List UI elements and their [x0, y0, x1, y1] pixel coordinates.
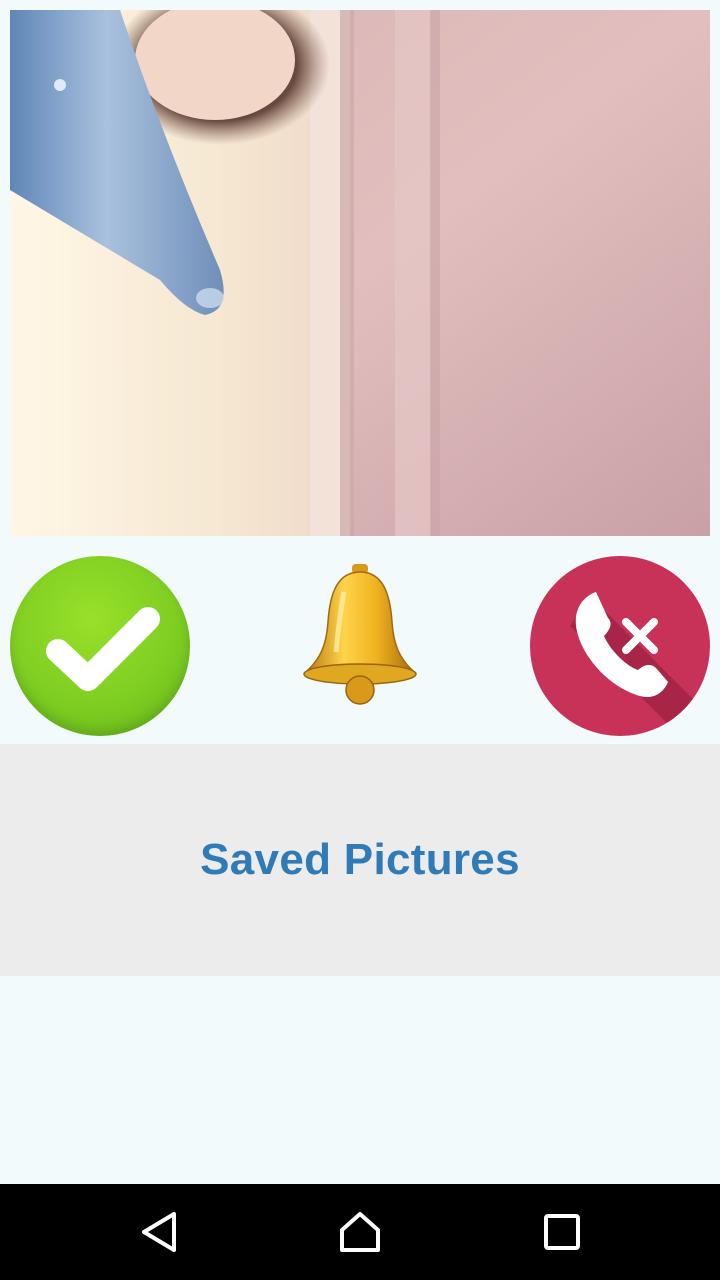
camera-feed-image — [10, 10, 710, 536]
action-row — [0, 546, 720, 744]
saved-pictures-label: Saved Pictures — [200, 835, 520, 884]
system-nav-bar — [0, 1184, 720, 1280]
recents-button[interactable] — [540, 1210, 584, 1254]
decline-button[interactable] — [530, 556, 710, 736]
bell-icon — [303, 564, 417, 705]
phone-decline-icon — [570, 592, 710, 736]
camera-scene — [10, 10, 710, 536]
back-button[interactable] — [138, 1210, 182, 1254]
checkmark-icon — [46, 607, 160, 691]
back-triangle-icon — [142, 1212, 176, 1252]
intercom-screen: Saved Pictures — [0, 0, 720, 1280]
bell-button[interactable] — [300, 562, 420, 708]
recents-square-icon — [544, 1214, 580, 1250]
accept-button[interactable] — [10, 556, 190, 736]
home-icon — [340, 1212, 380, 1252]
home-button[interactable] — [338, 1210, 382, 1254]
saved-pictures-button[interactable]: Saved Pictures — [0, 744, 720, 976]
